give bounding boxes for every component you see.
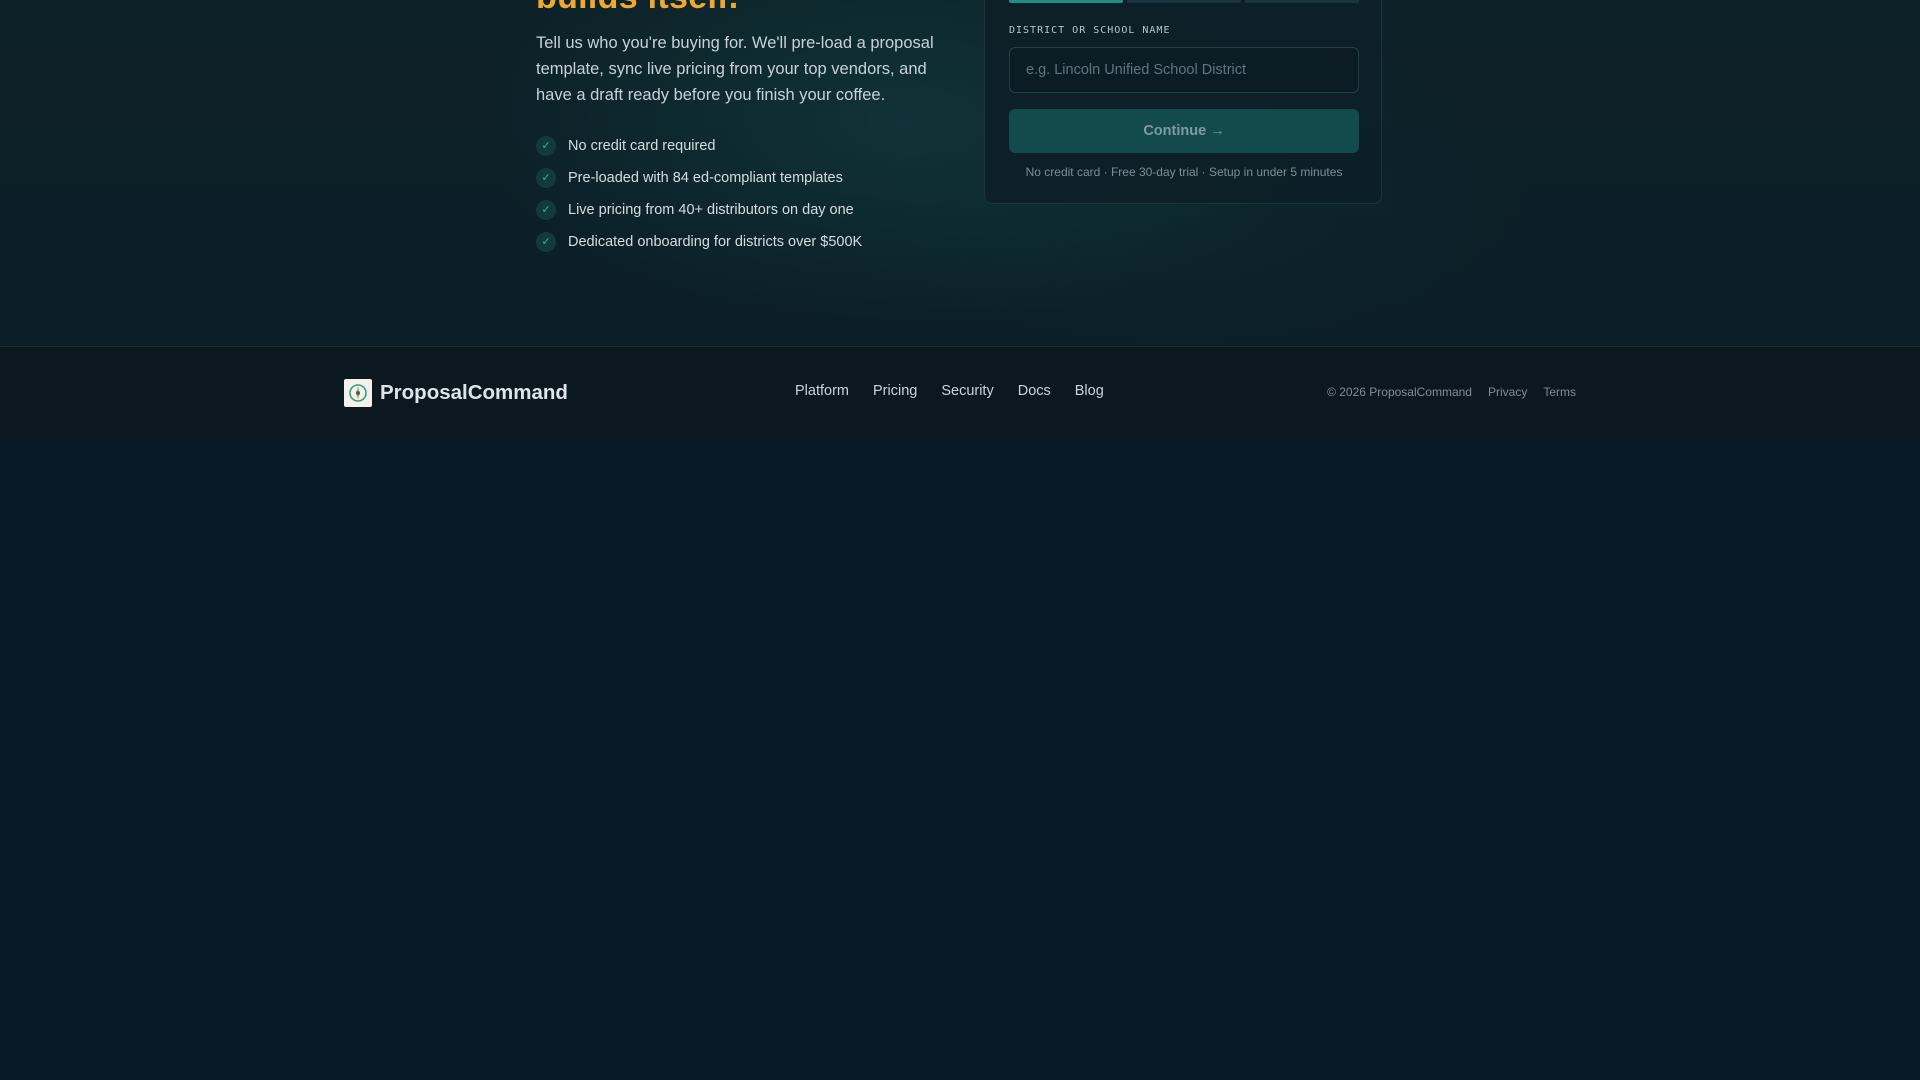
benefit-item: ✓ Live pricing from 40+ distributors on … bbox=[536, 194, 862, 226]
benefit-text: Pre-loaded with 84 ed-compliant template… bbox=[568, 170, 843, 186]
signup-fine-print: No credit card · Free 30-day trial · Set… bbox=[1025, 165, 1343, 179]
footer-nav: Platform Pricing Security Docs Blog bbox=[795, 383, 1104, 399]
district-field-label: DISTRICT OR SCHOOL NAME bbox=[1009, 25, 1171, 36]
benefit-item: ✓ Pre-loaded with 84 ed-compliant templa… bbox=[536, 162, 862, 194]
footer-link-security[interactable]: Security bbox=[941, 383, 993, 399]
benefit-text: No credit card required bbox=[568, 138, 716, 154]
footer-brand[interactable]: ProposalCommand bbox=[344, 379, 568, 407]
hero-headline: builds itself. bbox=[536, 0, 739, 14]
step-indicator-3 bbox=[1245, 0, 1359, 3]
benefit-list: ✓ No credit card required ✓ Pre-loaded w… bbox=[536, 130, 862, 258]
footer-legal: © 2026 ProposalCommand Privacy Terms bbox=[1327, 385, 1576, 399]
step-progress bbox=[1009, 0, 1359, 3]
benefit-text: Dedicated onboarding for districts over … bbox=[568, 234, 863, 250]
compass-icon bbox=[344, 379, 372, 407]
benefit-item: ✓ Dedicated onboarding for districts ove… bbox=[536, 226, 862, 258]
copyright-text: © 2026 ProposalCommand bbox=[1327, 385, 1472, 399]
district-name-input[interactable] bbox=[1009, 47, 1359, 93]
hero-section: builds itself. Tell us who you're buying… bbox=[0, 0, 1920, 346]
footer-link-docs[interactable]: Docs bbox=[1018, 383, 1051, 399]
benefit-text: Live pricing from 40+ distributors on da… bbox=[568, 202, 854, 218]
footer-link-platform[interactable]: Platform bbox=[795, 383, 849, 399]
benefit-item: ✓ No credit card required bbox=[536, 130, 862, 162]
continue-button[interactable]: Continue → bbox=[1009, 109, 1359, 153]
step-indicator-1 bbox=[1009, 0, 1123, 3]
check-icon: ✓ bbox=[536, 232, 556, 252]
step-indicator-2 bbox=[1127, 0, 1241, 3]
hero-intro: Tell us who you're buying for. We'll pre… bbox=[536, 34, 934, 104]
brand-name: ProposalCommand bbox=[380, 381, 568, 404]
footer-link-pricing[interactable]: Pricing bbox=[873, 383, 917, 399]
footer-link-blog[interactable]: Blog bbox=[1075, 383, 1104, 399]
check-icon: ✓ bbox=[536, 168, 556, 188]
site-footer: ProposalCommand Platform Pricing Securit… bbox=[0, 346, 1920, 438]
terms-link[interactable]: Terms bbox=[1543, 385, 1576, 399]
check-icon: ✓ bbox=[536, 136, 556, 156]
privacy-link[interactable]: Privacy bbox=[1488, 385, 1527, 399]
check-icon: ✓ bbox=[536, 200, 556, 220]
